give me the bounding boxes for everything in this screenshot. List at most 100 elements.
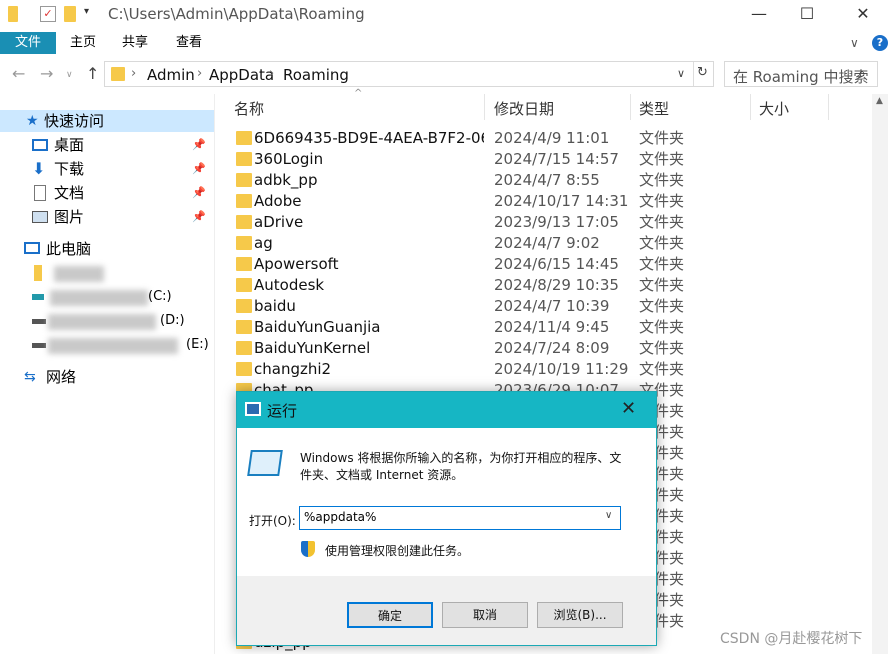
nav-this-pc[interactable]: 此电脑: [0, 238, 214, 260]
nav-library[interactable]: [0, 262, 214, 284]
nav-label: (E:): [186, 337, 209, 352]
chevron-down-icon[interactable]: ∨: [850, 36, 859, 50]
scroll-up-icon[interactable]: ▲: [876, 96, 883, 106]
chevron-right-icon[interactable]: ›: [197, 66, 202, 81]
folder-icon: [236, 173, 252, 187]
file-type: 文件夹: [639, 171, 685, 189]
file-type: 文件夹: [639, 213, 685, 231]
file-name: Apowersoft: [254, 255, 339, 273]
chevron-right-icon[interactable]: ›: [131, 66, 136, 81]
close-button[interactable]: ✕: [840, 4, 886, 26]
address-bar[interactable]: › Admin › AppData › Roaming ∨ ↻: [104, 61, 714, 87]
admin-note: 使用管理权限创建此任务。: [325, 544, 470, 558]
nav-network[interactable]: ⇆ 网络: [0, 366, 214, 388]
file-date: 2024/7/24 8:09: [494, 339, 610, 357]
tab-home[interactable]: 主页: [70, 32, 96, 54]
column-divider[interactable]: [750, 94, 751, 120]
chevron-right-icon[interactable]: ›: [269, 66, 274, 81]
breadcrumb-roaming[interactable]: Roaming: [283, 66, 349, 84]
list-item[interactable]: 6D669435-BD9E-4AEA-B7F2-06B33... 2024/4/9…: [222, 128, 872, 149]
list-item[interactable]: baidu 2024/4/7 10:39 文件夹: [222, 296, 872, 317]
recent-locations-icon[interactable]: ∨: [66, 70, 73, 80]
address-dropdown-icon[interactable]: ∨: [677, 67, 685, 80]
open-input[interactable]: %appdata%: [299, 506, 621, 530]
list-item[interactable]: ag 2024/4/7 9:02 文件夹: [222, 233, 872, 254]
run-icon: [245, 402, 261, 416]
chevron-down-icon[interactable]: ∨: [605, 510, 612, 521]
folder-icon: [236, 362, 252, 376]
up-arrow-icon[interactable]: ↑: [86, 64, 99, 83]
tab-share[interactable]: 共享: [122, 32, 148, 54]
nav-drive-c[interactable]: (C:): [0, 286, 214, 308]
file-date: 2024/10/19 11:29: [494, 360, 629, 378]
column-date[interactable]: 修改日期: [494, 98, 554, 119]
list-item[interactable]: changzhi2 2024/10/19 11:29 文件夹: [222, 359, 872, 380]
list-item[interactable]: 360Login 2024/7/15 14:57 文件夹: [222, 149, 872, 170]
file-date: 2024/10/17 14:31: [494, 192, 629, 210]
file-date: 2024/4/9 11:01: [494, 129, 610, 147]
redacted-label: [54, 266, 104, 282]
vertical-scrollbar[interactable]: [872, 94, 888, 654]
column-name[interactable]: 名称: [234, 98, 264, 119]
dialog-close-button[interactable]: ✕: [621, 398, 636, 419]
list-item[interactable]: Adobe 2024/10/17 14:31 文件夹: [222, 191, 872, 212]
pin-icon[interactable]: 📌: [192, 158, 206, 180]
column-divider[interactable]: [828, 94, 829, 120]
folder-icon: [236, 215, 252, 229]
tab-view[interactable]: 查看: [176, 32, 202, 54]
nav-desktop[interactable]: 桌面 📌: [0, 134, 214, 156]
file-type: 文件夹: [639, 339, 685, 357]
nav-documents[interactable]: 文档 📌: [0, 182, 214, 204]
nav-pictures[interactable]: 图片 📌: [0, 206, 214, 228]
file-name: baidu: [254, 297, 296, 315]
list-item[interactable]: BaiduYunGuanjia 2024/11/4 9:45 文件夹: [222, 317, 872, 338]
column-size[interactable]: 大小: [759, 98, 789, 119]
customize-toolbar-icon[interactable]: ▾: [84, 6, 89, 17]
list-item[interactable]: BaiduYunKernel 2024/7/24 8:09 文件夹: [222, 338, 872, 359]
dialog-description: Windows 将根据你所输入的名称，为你打开相应的程序、文件夹、文档或 Int…: [300, 451, 622, 482]
refresh-icon[interactable]: ↻: [697, 65, 708, 80]
list-item[interactable]: aDrive 2023/9/13 17:05 文件夹: [222, 212, 872, 233]
run-dialog: 运行 ✕ Windows 将根据你所输入的名称，为你打开相应的程序、文件夹、文档…: [236, 391, 657, 646]
minimize-button[interactable]: —: [736, 4, 782, 26]
nav-drive-d[interactable]: (D:): [0, 310, 214, 332]
dialog-title-bar[interactable]: 运行 ✕: [237, 392, 656, 428]
ok-button[interactable]: 确定: [347, 602, 433, 628]
cancel-button[interactable]: 取消: [442, 602, 528, 628]
file-date: 2024/11/4 9:45: [494, 318, 610, 336]
maximize-button[interactable]: ☐: [784, 4, 830, 26]
file-type: 文件夹: [639, 129, 685, 147]
back-arrow-icon[interactable]: ←: [12, 64, 25, 83]
title-bar: ✓ ▾ C:\Users\Admin\AppData\Roaming — ☐ ✕: [0, 0, 888, 30]
nav-downloads[interactable]: ⬇ 下载 📌: [0, 158, 214, 180]
file-name: 6D669435-BD9E-4AEA-B7F2-06B33...: [254, 129, 484, 147]
list-item[interactable]: Apowersoft 2024/6/15 14:45 文件夹: [222, 254, 872, 275]
file-name: Adobe: [254, 192, 302, 210]
properties-icon[interactable]: ✓: [40, 6, 56, 22]
browse-button[interactable]: 浏览(B)...: [537, 602, 623, 628]
column-divider[interactable]: [630, 94, 631, 120]
pin-icon[interactable]: 📌: [192, 134, 206, 156]
computer-icon: [24, 242, 40, 254]
dialog-body: Windows 将根据你所输入的名称，为你打开相应的程序、文件夹、文档或 Int…: [237, 428, 656, 576]
pin-icon[interactable]: 📌: [192, 206, 206, 228]
pin-icon[interactable]: 📌: [192, 182, 206, 204]
list-item[interactable]: adbk_pp 2024/4/7 8:55 文件夹: [222, 170, 872, 191]
new-folder-icon[interactable]: [64, 6, 76, 22]
breadcrumb-admin[interactable]: Admin: [147, 66, 195, 84]
search-input[interactable]: 在 Roaming 中搜索: [724, 61, 878, 87]
list-item[interactable]: Autodesk 2024/8/29 10:35 文件夹: [222, 275, 872, 296]
column-type[interactable]: 类型: [639, 98, 669, 119]
nav-quick-access[interactable]: ★ 快速访问: [0, 110, 214, 132]
file-date: 2024/4/7 9:02: [494, 234, 600, 252]
open-label: 打开(O):: [249, 514, 296, 528]
help-icon[interactable]: ?: [872, 35, 888, 51]
file-date: 2024/7/15 14:57: [494, 150, 619, 168]
forward-arrow-icon[interactable]: →: [40, 64, 53, 83]
nav-drive-e[interactable]: (E:): [0, 334, 214, 356]
pane-divider[interactable]: [214, 94, 215, 654]
tab-file[interactable]: 文件: [0, 32, 56, 54]
nav-label: 图片: [54, 208, 85, 226]
column-divider[interactable]: [484, 94, 485, 120]
breadcrumb-appdata[interactable]: AppData: [209, 66, 274, 84]
